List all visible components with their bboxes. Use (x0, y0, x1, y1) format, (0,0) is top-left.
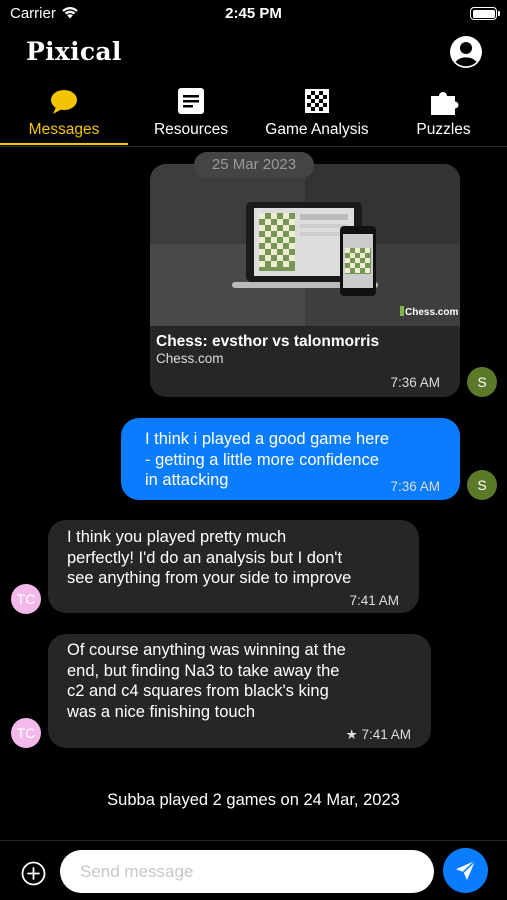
plus-circle-icon (21, 861, 46, 886)
tab-label: Resources (153, 121, 229, 138)
message-time: 7:36 AM (390, 375, 440, 390)
message-bubble-received[interactable]: I think you played pretty much perfectly… (48, 520, 419, 613)
tab-label: Game Analysis (265, 121, 369, 138)
game-summary: Subba played 2 games on 24 Mar, 2023 (107, 791, 400, 809)
message-input[interactable] (60, 850, 434, 893)
tab-game-analysis[interactable]: Game Analysis (254, 86, 380, 147)
avatar: TC (11, 584, 41, 614)
chat-bubble-icon (49, 88, 79, 116)
message-bubble-sent[interactable]: I think i played a good game here - gett… (121, 418, 460, 500)
link-title: Chess: evsthor vs talonmorris (156, 333, 380, 350)
tab-label: Puzzles (416, 121, 471, 138)
tab-messages[interactable]: Messages (0, 86, 128, 147)
avatar: S (467, 367, 497, 397)
avatar: TC (11, 718, 41, 748)
profile-button[interactable] (449, 35, 483, 69)
tab-label: Messages (28, 121, 100, 138)
active-tab-indicator (0, 143, 128, 145)
puzzle-piece-icon (429, 88, 459, 116)
star-icon: ★ (345, 727, 358, 742)
battery-icon (470, 7, 500, 20)
chessboard-icon (302, 88, 332, 116)
link-preview-image: Chess.com (150, 164, 460, 326)
app-title: Pixical (26, 37, 122, 66)
chess-com-logo: Chess.com (400, 306, 458, 318)
tab-resources[interactable]: Resources (128, 86, 254, 147)
message-text: Of course anything was winning at the en… (67, 641, 346, 721)
message-time: 7:41 AM (349, 593, 399, 608)
message-bubble-received[interactable]: Of course anything was winning at the en… (48, 634, 431, 748)
message-time: 7:36 AM (390, 479, 440, 494)
message-time: 7:41 AM (361, 727, 411, 742)
tab-bar: Messages Resources Game Analysis Puzzles (0, 86, 507, 147)
avatar: S (467, 470, 497, 500)
paper-plane-icon (455, 860, 476, 881)
message-meta: ★ 7:41 AM (346, 727, 411, 743)
link-preview-card[interactable]: Chess.com Chess: evsthor vs talonmorris … (150, 164, 460, 397)
add-attachment-button[interactable] (21, 861, 46, 886)
document-icon (176, 88, 206, 116)
status-bar: Carrier 2:45 PM (0, 0, 507, 30)
send-button[interactable] (443, 848, 488, 893)
message-composer (0, 840, 507, 900)
tab-puzzles[interactable]: Puzzles (380, 86, 507, 147)
link-source: Chess.com (156, 351, 224, 366)
message-text: I think i played a good game here - gett… (145, 430, 389, 489)
message-text: I think you played pretty much perfectly… (67, 528, 352, 587)
clock: 2:45 PM (225, 5, 282, 22)
svg-text:Chess.com: Chess.com (405, 307, 458, 318)
date-separator: 25 Mar 2023 (194, 152, 314, 178)
user-avatar-icon (450, 36, 482, 68)
